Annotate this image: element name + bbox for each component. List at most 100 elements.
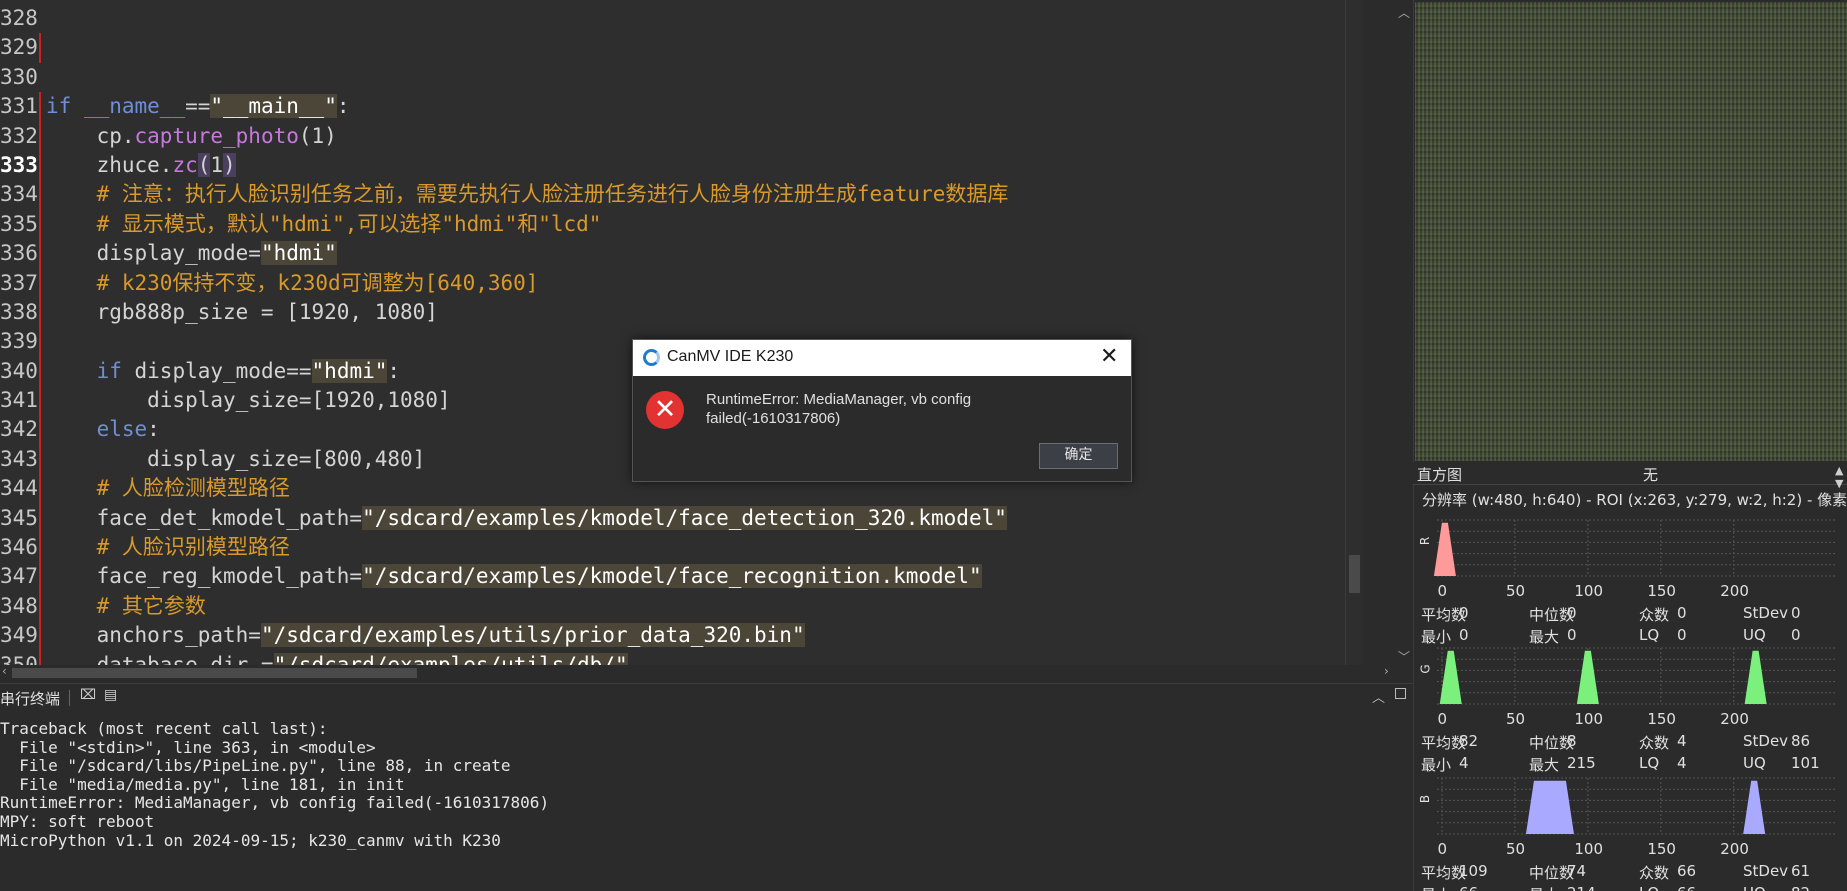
code-line[interactable]: 330 [0, 63, 1345, 92]
code-token: if [96, 358, 122, 383]
save-icon[interactable]: ▤ [104, 687, 117, 703]
code-line[interactable]: 333 zhuce.zc(1) [0, 150, 1345, 181]
modified-line-marker [39, 650, 41, 665]
code-line[interactable]: 349 anchors_path="/sdcard/examples/utils… [0, 621, 1345, 651]
code-text[interactable]: # 人脸检测模型路径 [46, 474, 290, 503]
modified-line-marker [39, 180, 41, 210]
code-text[interactable]: # 人脸识别模型路径 [46, 533, 290, 562]
code-token: "/sdcard/examples/utils/db/" [273, 652, 628, 665]
tick-label: 0 [1437, 582, 1448, 600]
serial-terminal-output[interactable]: Traceback (most recent call last): File … [0, 711, 1413, 891]
clear-terminal-icon[interactable]: ⌧ [80, 687, 96, 703]
code-line[interactable]: 335 # 显示模式，默认"hdmi",可以选择"hdmi"和"lcd" [0, 209, 1345, 240]
tick-label: 150 [1647, 840, 1676, 858]
code-lines[interactable]: 328 329 330 331 if __name__=="__main__": 332 … [0, 4, 1345, 665]
code-text[interactable]: else: [46, 415, 160, 444]
line-number: 335 [0, 211, 38, 236]
stat-value: 0 [1791, 604, 1801, 622]
histogram-peak [1744, 650, 1767, 704]
stat-value: 61 [1791, 862, 1811, 880]
code-token: else [96, 417, 148, 442]
code-token: __name__ [83, 94, 186, 119]
code-editor[interactable]: 328 329 330 331 if __name__=="__main__": 332 … [0, 0, 1400, 665]
code-line[interactable]: 338 rgb888p_size = [1920, 1080] [0, 297, 1345, 328]
code-line[interactable]: 347 face_reg_kmodel_path="/sdcard/exampl… [0, 562, 1345, 592]
line-number: 334 [0, 182, 38, 207]
line-number: 328 [0, 6, 38, 30]
tick-label: 50 [1505, 710, 1526, 728]
modified-line-marker [39, 503, 41, 534]
code-text[interactable]: # 注意：执行人脸识别任务之前，需要先执行人脸注册任务进行人脸身份注册生成fea… [46, 180, 1009, 209]
editor-vertical-scrollbar[interactable] [1345, 0, 1363, 665]
code-token: display_mode== [121, 358, 312, 383]
code-line[interactable]: 337 # k230保持不变，k230d可调整为[640,360] [0, 268, 1345, 298]
stat-value: 66 [1677, 884, 1696, 891]
ok-button[interactable]: 确定 [1039, 443, 1118, 469]
scroll-left-icon[interactable]: ‹ [2, 664, 7, 678]
code-token: # 注意：执行人脸识别任务之前，需要先执行人脸注册任务进行人脸身份注册生成fea… [46, 182, 1009, 207]
modified-line-marker [39, 327, 41, 357]
editor-vertical-scroll-thumb[interactable] [1349, 555, 1360, 593]
code-text[interactable]: database_dir ="/sdcard/examples/utils/db… [46, 651, 628, 665]
tick-label: 150 [1647, 582, 1676, 600]
tick-label: 100 [1574, 710, 1604, 728]
line-number: 332 [0, 123, 38, 148]
scroll-up-icon[interactable]: ︿ [1398, 4, 1410, 21]
close-icon[interactable]: ✕ [1100, 344, 1118, 369]
code-text[interactable]: zhuce.zc(1) [46, 151, 236, 180]
code-text[interactable]: if display_mode=="hdmi": [46, 357, 400, 386]
editor-horizontal-scroll-thumb[interactable] [12, 668, 417, 678]
code-line[interactable]: 329 [0, 33, 1345, 63]
serial-terminal-title: 串行终端 [0, 690, 61, 708]
histogram-label: 直方图 [1417, 466, 1463, 484]
code-line[interactable]: 331 if __name__=="__main__": [0, 92, 1345, 122]
modified-line-marker [39, 356, 41, 387]
tick-label: 100 [1574, 582, 1604, 600]
code-line[interactable]: 346 # 人脸识别模型路径 [0, 533, 1345, 563]
code-text[interactable]: # k230保持不变，k230d可调整为[640,360] [46, 269, 539, 298]
scroll-down-icon[interactable]: ﹀ [1398, 648, 1410, 665]
code-token: zc [172, 152, 198, 177]
code-text[interactable]: display_mode="hdmi" [46, 239, 337, 268]
code-token: # k230保持不变，k230d可调整为[640,360] [46, 270, 539, 295]
code-text[interactable]: face_reg_kmodel_path="/sdcard/examples/k… [46, 562, 982, 591]
stat-value: 86 [1791, 732, 1811, 750]
line-number: 329 [0, 35, 38, 60]
editor-horizontal-scrollbar[interactable] [0, 665, 1400, 681]
code-text[interactable]: display_size=[800,480] [46, 445, 425, 474]
spinner-arrows-icon[interactable]: ▲ ▼ [1835, 464, 1843, 490]
code-text[interactable]: cp.capture_photo(1) [46, 122, 337, 151]
colorspace-select[interactable]: 无 [1643, 464, 1658, 485]
code-text[interactable]: face_det_kmodel_path="/sdcard/examples/k… [46, 504, 1007, 533]
code-line[interactable]: 345 face_det_kmodel_path="/sdcard/exampl… [0, 503, 1345, 534]
modified-line-marker [39, 444, 41, 475]
code-token: display_size=[800,480] [46, 446, 426, 471]
code-token: face_det_kmodel_path= [46, 505, 363, 530]
scroll-right-icon[interactable]: › [1384, 664, 1389, 678]
code-text[interactable]: # 其它参数 [46, 592, 206, 621]
histogram-peak [1525, 780, 1574, 834]
modified-line-marker [39, 591, 41, 622]
dialog-titlebar: CanMV IDE K230 ✕ [633, 340, 1131, 376]
code-line[interactable]: 334 # 注意：执行人脸识别任务之前，需要先执行人脸注册任务进行人脸身份注册生… [0, 180, 1345, 210]
modified-line-marker [39, 92, 41, 122]
code-line[interactable]: 336 display_mode="hdmi" [0, 239, 1345, 269]
chevron-up-icon[interactable]: ︿ [1372, 687, 1385, 706]
stat-label: StDev [1743, 862, 1789, 880]
code-text[interactable]: anchors_path="/sdcard/examples/utils/pri… [46, 621, 805, 650]
code-text[interactable]: rgb888p_size = [1920, 1080] [46, 298, 438, 327]
tick-label: 50 [1505, 840, 1526, 858]
code-line[interactable]: 332 cp.capture_photo(1) [0, 121, 1345, 151]
code-text[interactable]: if __name__=="__main__": [46, 92, 350, 121]
frame-buffer-viewer[interactable] [1415, 2, 1847, 461]
float-panel-icon[interactable] [1395, 688, 1406, 699]
stat-value: 4 [1677, 732, 1687, 750]
code-line[interactable]: 350 database_dir ="/sdcard/examples/util… [0, 650, 1345, 665]
dialog-title: CanMV IDE K230 [667, 348, 794, 365]
code-text[interactable]: # 显示模式，默认"hdmi",可以选择"hdmi"和"lcd" [46, 210, 602, 239]
code-line[interactable]: 348 # 其它参数 [0, 591, 1345, 622]
code-line[interactable]: 328 [0, 4, 1345, 33]
code-token: 1 [210, 152, 224, 177]
code-token: face_reg_kmodel_path= [46, 564, 363, 589]
code-text[interactable]: display_size=[1920,1080] [46, 386, 450, 415]
